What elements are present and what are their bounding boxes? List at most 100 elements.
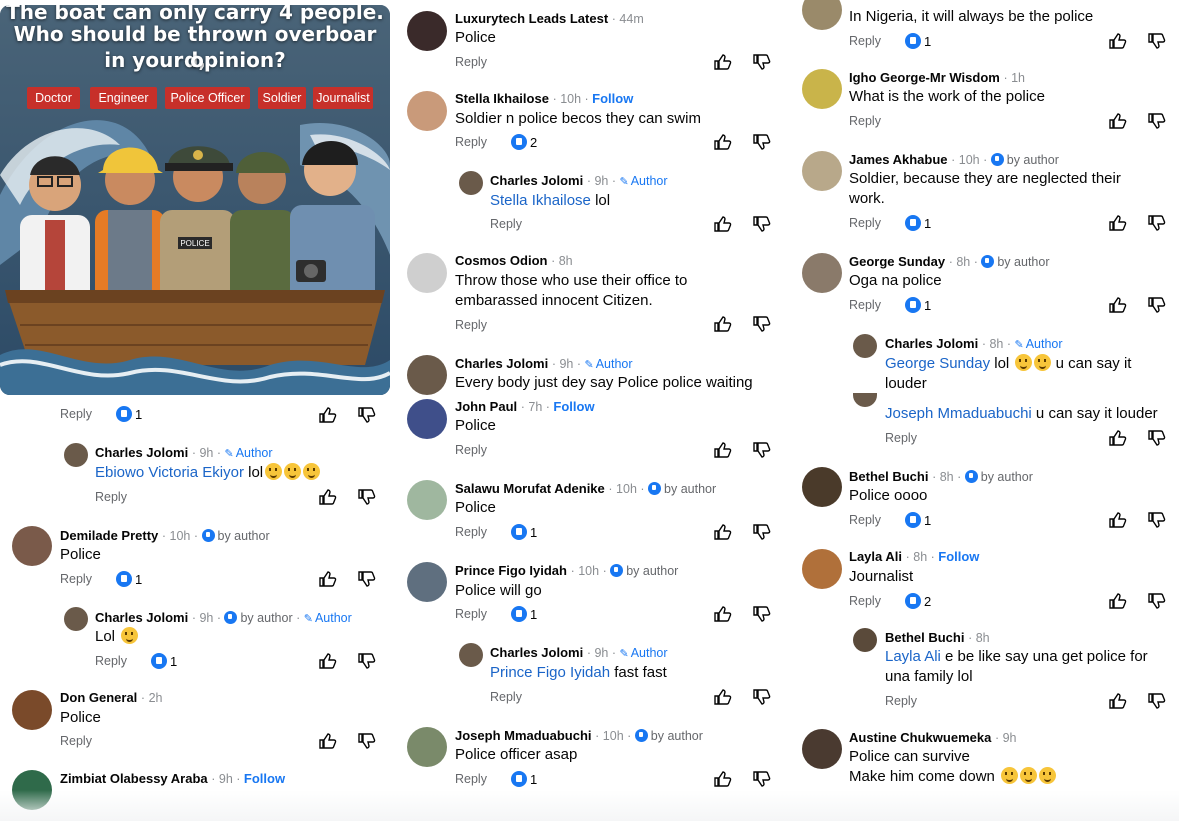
commenter-name[interactable]: Luxurytech Leads Latest: [455, 11, 608, 26]
avatar[interactable]: [802, 253, 842, 293]
like-icon[interactable]: [712, 440, 732, 460]
avatar[interactable]: [12, 690, 52, 730]
dislike-icon[interactable]: [1146, 295, 1166, 315]
avatar[interactable]: [802, 69, 842, 109]
commenter-name[interactable]: Bethel Buchi: [849, 469, 928, 484]
follow-button[interactable]: Follow: [244, 771, 285, 786]
reply-link[interactable]: Reply: [849, 114, 881, 128]
mention-link[interactable]: George Sunday: [885, 355, 990, 372]
commenter-name[interactable]: George Sunday: [849, 254, 945, 269]
dislike-icon[interactable]: [356, 651, 376, 671]
follow-button[interactable]: Follow: [938, 549, 979, 564]
reply-link[interactable]: Reply: [455, 443, 487, 457]
mention-link[interactable]: Stella Ikhailose: [490, 192, 591, 209]
avatar[interactable]: [407, 355, 447, 395]
like-icon[interactable]: [1107, 295, 1127, 315]
like-icon[interactable]: [1107, 428, 1127, 448]
commenter-name[interactable]: Prince Figo Iyidah: [455, 563, 567, 578]
commenter-name[interactable]: Austine Chukwuemeka: [849, 730, 991, 745]
like-icon[interactable]: [712, 687, 732, 707]
dislike-icon[interactable]: [751, 522, 771, 542]
dislike-icon[interactable]: [1146, 691, 1166, 711]
reply-link[interactable]: Reply: [455, 772, 487, 786]
like-icon[interactable]: [1107, 111, 1127, 131]
avatar[interactable]: [407, 253, 447, 293]
dislike-icon[interactable]: [356, 569, 376, 589]
avatar[interactable]: [459, 643, 483, 667]
dislike-icon[interactable]: [1146, 510, 1166, 530]
follow-button[interactable]: Follow: [553, 399, 594, 414]
commenter-name[interactable]: James Akhabue: [849, 152, 948, 167]
like-icon[interactable]: [712, 769, 732, 789]
reply-link[interactable]: Reply: [490, 217, 522, 231]
commenter-name[interactable]: Stella Ikhailose: [455, 91, 549, 106]
reply-link[interactable]: Reply: [60, 572, 92, 586]
avatar[interactable]: [407, 91, 447, 131]
commenter-name[interactable]: Layla Ali: [849, 549, 902, 564]
avatar[interactable]: [407, 399, 447, 439]
like-icon[interactable]: [317, 487, 337, 507]
avatar[interactable]: [64, 443, 88, 467]
like-icon[interactable]: [317, 569, 337, 589]
dislike-icon[interactable]: [1146, 591, 1166, 611]
dislike-icon[interactable]: [751, 769, 771, 789]
avatar[interactable]: [802, 549, 842, 589]
like-icon[interactable]: [712, 314, 732, 334]
avatar[interactable]: [12, 526, 52, 566]
like-icon[interactable]: [712, 52, 732, 72]
like-icon[interactable]: [317, 651, 337, 671]
like-icon[interactable]: [317, 731, 337, 751]
avatar[interactable]: [64, 607, 88, 631]
dislike-icon[interactable]: [751, 52, 771, 72]
commenter-name[interactable]: Bethel Buchi: [885, 630, 964, 645]
reply-link[interactable]: Reply: [849, 594, 881, 608]
avatar[interactable]: [459, 171, 483, 195]
mention-link[interactable]: Layla Ali: [885, 648, 941, 665]
post-image[interactable]: POLICE The boat can only carry 4 people.…: [0, 5, 390, 395]
dislike-icon[interactable]: [751, 132, 771, 152]
reply-link[interactable]: Reply: [95, 654, 127, 668]
avatar[interactable]: [802, 0, 842, 30]
reply-link[interactable]: Reply: [885, 694, 917, 708]
follow-button[interactable]: Follow: [592, 91, 633, 106]
like-icon[interactable]: [1107, 213, 1127, 233]
reply-link[interactable]: Reply: [455, 318, 487, 332]
like-icon[interactable]: [712, 604, 732, 624]
avatar[interactable]: [853, 628, 877, 652]
commenter-name[interactable]: Charles Jolomi: [490, 173, 583, 188]
like-icon[interactable]: [1107, 31, 1127, 51]
dislike-icon[interactable]: [751, 440, 771, 460]
reply-link[interactable]: Reply: [490, 690, 522, 704]
reply-link[interactable]: Reply: [849, 513, 881, 527]
reply-link[interactable]: Reply: [60, 734, 92, 748]
commenter-name[interactable]: Demilade Pretty: [60, 528, 158, 543]
like-icon[interactable]: [712, 522, 732, 542]
dislike-icon[interactable]: [751, 214, 771, 234]
dislike-icon[interactable]: [1146, 428, 1166, 448]
reply-link[interactable]: Reply: [455, 135, 487, 149]
commenter-name[interactable]: Zimbiat Olabessy Araba: [60, 771, 208, 786]
reply-link[interactable]: Reply: [95, 490, 127, 504]
dislike-icon[interactable]: [751, 604, 771, 624]
commenter-name[interactable]: Joseph Mmaduabuchi: [455, 728, 592, 743]
reply-link[interactable]: Reply: [849, 216, 881, 230]
like-icon[interactable]: [712, 132, 732, 152]
avatar[interactable]: [407, 562, 447, 602]
like-icon[interactable]: [712, 214, 732, 234]
reply-link[interactable]: Reply: [849, 34, 881, 48]
dislike-icon[interactable]: [1146, 111, 1166, 131]
dislike-icon[interactable]: [356, 731, 376, 751]
reply-link[interactable]: Reply: [455, 55, 487, 69]
reply-link[interactable]: Reply: [885, 431, 917, 445]
dislike-icon[interactable]: [1146, 213, 1166, 233]
commenter-name[interactable]: Igho George-Mr Wisdom: [849, 70, 1000, 85]
avatar[interactable]: [853, 334, 877, 358]
commenter-name[interactable]: Cosmos Odion: [455, 253, 547, 268]
reply-link[interactable]: Reply: [455, 607, 487, 621]
like-icon[interactable]: [1107, 691, 1127, 711]
dislike-icon[interactable]: [356, 487, 376, 507]
like-icon[interactable]: [317, 405, 337, 425]
commenter-name[interactable]: Charles Jolomi: [455, 356, 548, 371]
dislike-icon[interactable]: [356, 405, 376, 425]
commenter-name[interactable]: Charles Jolomi: [885, 336, 978, 351]
